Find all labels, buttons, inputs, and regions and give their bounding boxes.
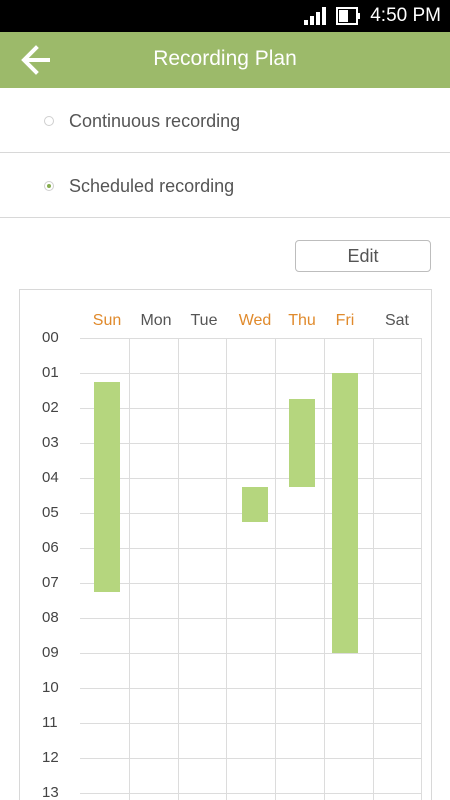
hour-label: 12 (42, 749, 59, 766)
option-label: Scheduled recording (69, 176, 235, 196)
grid-row-line (80, 758, 422, 759)
recording-block-fri[interactable] (332, 373, 358, 653)
grid-row-line (80, 653, 422, 654)
hour-label: 01 (42, 364, 59, 381)
grid-row-line (80, 583, 422, 584)
hour-label: 03 (42, 434, 59, 451)
grid-row-line (80, 548, 422, 549)
recording-block-wed[interactable] (242, 486, 268, 522)
page-title: Recording Plan (153, 47, 297, 70)
hour-label: 04 (42, 469, 59, 486)
grid-row-line (80, 793, 422, 794)
battery-icon (336, 7, 360, 25)
day-label-thu: Thu (288, 312, 316, 329)
recording-block-sun[interactable] (94, 381, 120, 592)
status-time: 4:50 PM (370, 5, 441, 26)
signal-icon (304, 7, 326, 25)
grid-row-line (80, 373, 422, 374)
option-scheduled-recording[interactable]: Scheduled recording (0, 154, 450, 218)
grid-row-line (80, 443, 422, 444)
hour-label: 02 (42, 399, 59, 416)
hour-label: 13 (42, 784, 59, 800)
hour-label: 08 (42, 609, 59, 626)
option-continuous-recording[interactable]: Continuous recording (0, 89, 450, 153)
hour-label: 06 (42, 539, 59, 556)
schedule-grid: 00 01 02 03 04 05 06 07 08 09 10 11 12 13 Sun Mon Tue Wed… (19, 289, 432, 800)
hour-label: 11 (42, 714, 58, 731)
grid-row-line (80, 723, 422, 724)
radio-button[interactable] (44, 116, 54, 126)
grid-row-line (80, 688, 422, 689)
hour-label: 07 (42, 574, 59, 591)
hour-label: 00 (42, 329, 59, 346)
hour-label: 05 (42, 504, 59, 521)
hour-label: 09 (42, 644, 59, 661)
edit-button[interactable]: Edit (295, 240, 431, 272)
hour-label: 10 (42, 679, 59, 696)
recording-block-thu[interactable] (289, 399, 315, 487)
app-bar: Recording Plan (0, 32, 450, 88)
day-label-sat: Sat (384, 312, 409, 329)
day-label-sun: Sun (92, 312, 122, 329)
grid-row-line (80, 338, 422, 339)
status-bar: 4:50 PM (0, 0, 450, 32)
day-label-wed: Wed (238, 312, 272, 329)
day-label-tue: Tue (190, 312, 218, 329)
grid-row-line (80, 618, 422, 619)
day-label-fri: Fri (335, 312, 355, 329)
grid-row-line (80, 408, 422, 409)
option-label: Continuous recording (69, 111, 241, 131)
radio-button-selected[interactable] (44, 181, 54, 191)
day-label-mon: Mon (140, 312, 172, 329)
grid-row-line (80, 478, 422, 479)
